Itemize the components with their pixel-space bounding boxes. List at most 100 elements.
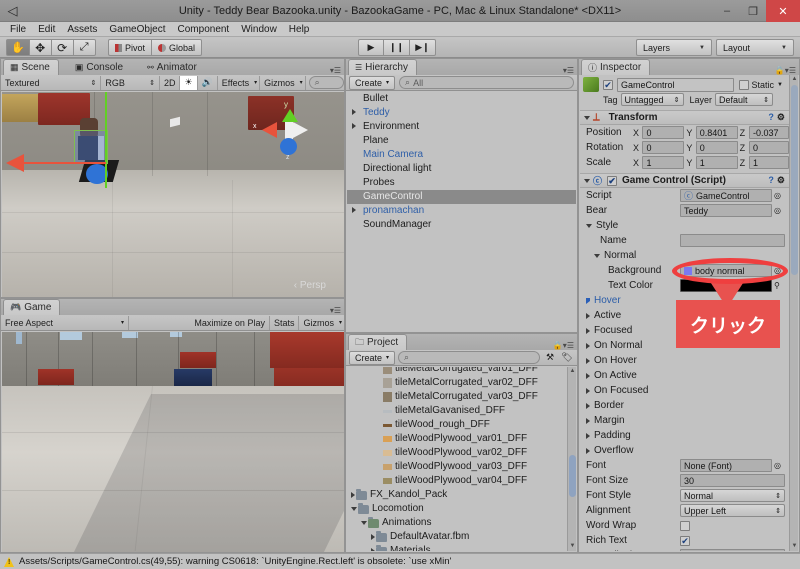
- menu-help[interactable]: Help: [283, 22, 316, 37]
- eyedropper-icon[interactable]: ⚲: [774, 281, 780, 290]
- scroll-up-icon[interactable]: ▲: [791, 76, 798, 83]
- menu-window[interactable]: Window: [235, 22, 283, 37]
- expand-triangle-icon[interactable]: [352, 207, 356, 213]
- global-toggle-button[interactable]: Global: [152, 39, 203, 56]
- hierarchy-item-environment[interactable]: Environment: [347, 120, 576, 134]
- static-checkbox[interactable]: [738, 79, 749, 90]
- state-fold-overflow[interactable]: Overflow: [580, 443, 789, 458]
- position-y-input[interactable]: 0.8401: [695, 126, 738, 139]
- gizmos-dropdown[interactable]: Gizmos ▾: [260, 75, 306, 90]
- state-fold-on-active[interactable]: On Active: [580, 368, 789, 383]
- expand-triangle-icon[interactable]: [586, 372, 590, 379]
- tab-inspector[interactable]: ⓘ Inspector: [581, 59, 651, 75]
- style-fold-row[interactable]: Style: [580, 218, 789, 233]
- project-panel-menu-icon[interactable]: 🔒▾☰: [553, 341, 577, 350]
- position-z-input[interactable]: -0.037: [749, 126, 789, 139]
- position-x-input[interactable]: 0: [642, 126, 685, 139]
- pause-button[interactable]: ❙❙: [384, 39, 410, 56]
- restore-button[interactable]: ❐: [740, 0, 766, 22]
- font-style-dropdown[interactable]: Normal ⇕: [680, 489, 785, 502]
- audio-toggle-button[interactable]: 🔊: [198, 75, 218, 90]
- collapse-triangle-icon[interactable]: [351, 507, 357, 511]
- object-picker-icon[interactable]: ◎: [774, 461, 781, 470]
- stats-button[interactable]: Stats: [270, 315, 300, 330]
- expand-triangle-icon[interactable]: [586, 297, 590, 304]
- menu-edit[interactable]: Edit: [32, 22, 61, 37]
- project-item-folder[interactable]: Materials: [347, 544, 566, 551]
- layout-dropdown[interactable]: Layout ▼: [716, 39, 794, 56]
- project-item[interactable]: tileMetalGavanised_DFF: [347, 404, 566, 418]
- state-fold-on-focused[interactable]: On Focused: [580, 383, 789, 398]
- project-item[interactable]: tileMetalCorrugated_var02_DFF: [347, 376, 566, 390]
- font-input[interactable]: None (Font): [680, 459, 772, 472]
- hierarchy-item-plane[interactable]: Plane: [347, 134, 576, 148]
- hierarchy-item-main-camera[interactable]: Main Camera: [347, 148, 576, 162]
- bear-field-input[interactable]: Teddy: [680, 204, 772, 217]
- menu-assets[interactable]: Assets: [61, 22, 103, 37]
- scene-panel-menu-icon[interactable]: ▾☰: [330, 66, 344, 75]
- lighting-toggle-button[interactable]: ☀: [180, 75, 198, 90]
- tab-project[interactable]: 🗀 Project: [348, 334, 408, 350]
- project-item-folder[interactable]: DefaultAvatar.fbm: [347, 530, 566, 544]
- project-item-folder[interactable]: FX_Kandol_Pack: [347, 488, 566, 502]
- hand-tool-button[interactable]: ✋: [6, 39, 30, 56]
- pivot-toggle-button[interactable]: Pivot: [108, 39, 153, 56]
- object-name-input[interactable]: GameControl: [617, 77, 734, 92]
- render-mode-dropdown[interactable]: RGB ⇕: [101, 75, 160, 90]
- script-component-header[interactable]: ⓒ Game Control (Script) ? ⚙: [580, 173, 789, 188]
- project-item-folder[interactable]: Animations: [347, 516, 566, 530]
- expand-triangle-icon[interactable]: [586, 387, 590, 394]
- object-picker-icon[interactable]: ◎: [774, 206, 781, 215]
- collapse-triangle-icon[interactable]: [361, 521, 367, 525]
- expand-triangle-icon[interactable]: [586, 312, 590, 319]
- move-tool-button[interactable]: ✥: [29, 39, 52, 56]
- expand-triangle-icon[interactable]: [371, 548, 375, 551]
- game-gizmos-dropdown[interactable]: Gizmos ▾: [299, 316, 344, 330]
- 2d-toggle-button[interactable]: 2D: [160, 75, 181, 90]
- play-button[interactable]: ▶: [358, 39, 384, 56]
- hierarchy-list[interactable]: Bullet Teddy Environment Plane Main Came…: [347, 92, 576, 331]
- expand-triangle-icon[interactable]: [352, 109, 356, 115]
- expand-triangle-icon[interactable]: [586, 357, 590, 364]
- project-scroll-thumb[interactable]: [569, 455, 576, 497]
- scene-persp-label[interactable]: ‹ Persp: [294, 280, 326, 291]
- expand-triangle-icon[interactable]: [586, 432, 590, 439]
- tab-scene[interactable]: ▦ Scene: [3, 59, 59, 75]
- inspector-panel-menu-icon[interactable]: 🔒▾☰: [775, 66, 799, 75]
- rotation-x-input[interactable]: 0: [642, 141, 685, 154]
- menu-file[interactable]: File: [4, 22, 32, 37]
- hierarchy-item-soundmanager[interactable]: SoundManager: [347, 218, 576, 232]
- gizmo-x-arrow-icon[interactable]: [6, 154, 24, 172]
- expand-triangle-icon[interactable]: [351, 492, 355, 498]
- scroll-up-icon[interactable]: ▲: [569, 368, 576, 375]
- text-clipping-input[interactable]: 0: [680, 549, 785, 551]
- script-field-input[interactable]: ⓒ GameControl: [680, 189, 772, 202]
- hierarchy-create-button[interactable]: Create ▾: [349, 75, 396, 90]
- step-button[interactable]: ▶❙: [410, 39, 436, 56]
- draw-mode-dropdown[interactable]: Textured ⇕: [1, 75, 102, 90]
- object-enabled-checkbox[interactable]: [603, 79, 613, 90]
- collapse-triangle-icon[interactable]: [586, 223, 592, 228]
- font-size-input[interactable]: 30: [680, 474, 785, 487]
- scene-orientation-gizmo[interactable]: y x z: [252, 100, 328, 166]
- tab-console[interactable]: ▣ Console: [69, 60, 131, 75]
- alignment-dropdown[interactable]: Upper Left ⇕: [680, 504, 785, 517]
- scroll-down-icon[interactable]: ▼: [569, 543, 576, 550]
- tab-hierarchy[interactable]: ☰ Hierarchy: [348, 59, 417, 75]
- hierarchy-item-teddy[interactable]: Teddy: [347, 106, 576, 120]
- transform-component-header[interactable]: ⟂ Transform ? ⚙: [580, 110, 789, 125]
- layer-dropdown[interactable]: Default ⇕: [715, 93, 774, 106]
- project-item[interactable]: tileWoodPlywood_var01_DFF: [347, 432, 566, 446]
- scene-viewport[interactable]: y x z ‹ Persp: [2, 92, 344, 297]
- status-bar[interactable]: Assets/Scripts/GameControl.cs(49,55): wa…: [0, 553, 800, 569]
- project-item[interactable]: tileWoodPlywood_var02_DFF: [347, 446, 566, 460]
- hierarchy-item-bullet[interactable]: Bullet: [347, 92, 576, 106]
- game-viewport[interactable]: [2, 332, 344, 552]
- project-item[interactable]: tileWoodPlywood_var03_DFF: [347, 460, 566, 474]
- help-icon[interactable]: ?: [768, 112, 774, 123]
- state-fold-on-hover[interactable]: On Hover: [580, 353, 789, 368]
- hierarchy-item-directional-light[interactable]: Directional light: [347, 162, 576, 176]
- rich-text-checkbox[interactable]: [680, 535, 690, 546]
- rotate-tool-button[interactable]: ⟳: [51, 39, 74, 56]
- gizmo-y-axis[interactable]: [105, 92, 107, 188]
